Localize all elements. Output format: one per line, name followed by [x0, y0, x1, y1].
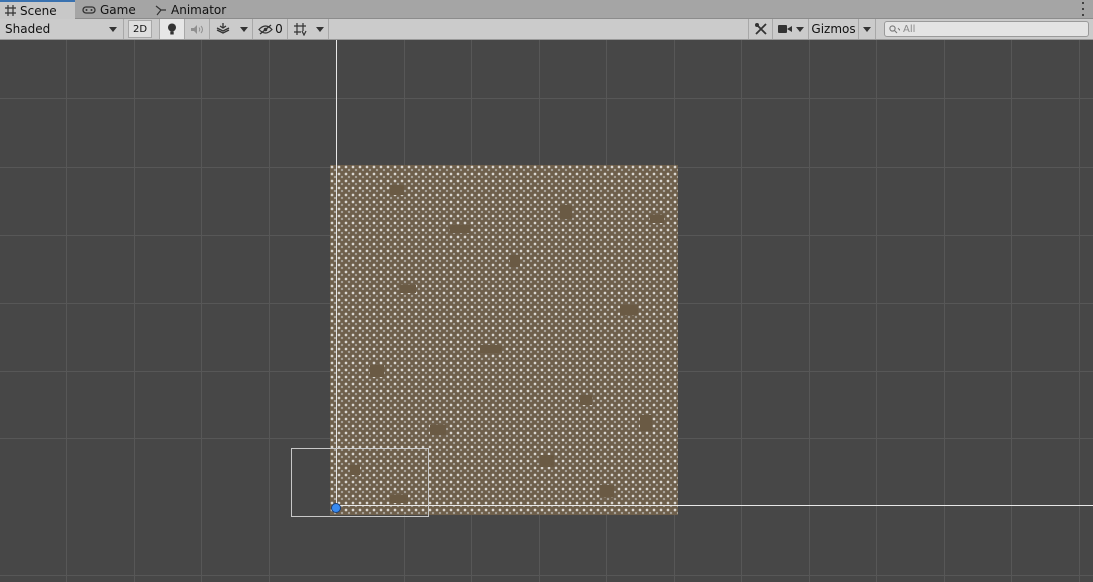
lightbulb-icon [168, 23, 176, 34]
search-input[interactable] [903, 23, 1083, 35]
gizmos-dropdown[interactable] [859, 19, 876, 39]
dirt-tile [650, 215, 664, 223]
dirt-tile [390, 185, 404, 195]
speaker-icon [191, 24, 203, 34]
dirt-tile [640, 415, 652, 431]
dirt-tile [620, 305, 638, 315]
scene-visibility-toggle[interactable]: 0 [254, 19, 288, 39]
camera-settings-dropdown[interactable] [773, 19, 809, 39]
grid-line [0, 98, 1093, 99]
dirt-tile [510, 255, 520, 267]
animator-branch-icon [155, 5, 166, 15]
tab-animator[interactable]: Animator [155, 0, 226, 19]
chevron-down-icon [316, 26, 324, 32]
gamepad-icon [82, 5, 96, 14]
chevron-down-icon [795, 26, 804, 32]
selected-pivot-handle[interactable] [331, 503, 341, 513]
chevron-down-icon [239, 26, 248, 32]
grid-line [876, 40, 877, 582]
grid-line [1011, 40, 1012, 582]
world-y-axis [336, 40, 337, 508]
audio-toggle-button[interactable] [185, 19, 210, 39]
dirt-tile [600, 485, 614, 497]
tools-crossed-icon [754, 23, 767, 35]
world-x-axis [336, 505, 1093, 506]
video-camera-icon [777, 25, 792, 33]
chevron-down-icon [863, 26, 871, 32]
editor-tab-bar: Scene Game Animator [0, 0, 1093, 19]
toggle-2d-button[interactable]: 2D [128, 20, 152, 38]
grid-line [0, 575, 1093, 576]
scene-viewport[interactable] [0, 40, 1093, 582]
search-icon [889, 24, 900, 33]
window-menu-kebab-icon[interactable] [1079, 2, 1087, 16]
grid-line [809, 40, 810, 582]
dirt-tile [430, 425, 446, 435]
grid-line [741, 40, 742, 582]
hidden-objects-count: 0 [275, 22, 283, 36]
tab-game-label: Game [100, 2, 136, 17]
gizmos-button[interactable]: Gizmos [809, 19, 859, 39]
unity-scene-window: Scene Game Animator Shaded 2D 0 Gizmos A… [0, 0, 1093, 582]
grid-line [269, 40, 270, 582]
chevron-down-icon [109, 26, 117, 32]
grid-line [201, 40, 202, 582]
dirt-tile [370, 365, 384, 377]
grid-line [134, 40, 135, 582]
camera-bounds-frame [291, 448, 429, 517]
dirt-tile [480, 345, 502, 353]
dirt-tile [400, 285, 416, 293]
grid-line [1079, 40, 1080, 582]
scene-tools-button[interactable] [748, 19, 773, 39]
tab-animator-label: Animator [171, 2, 227, 17]
dirt-tile [580, 395, 592, 405]
dirt-tile [560, 205, 572, 219]
effects-dropdown[interactable] [235, 19, 253, 39]
effects-toggle-button[interactable] [210, 19, 235, 39]
grid-toggle-button[interactable] [288, 19, 312, 39]
dirt-tile [540, 455, 554, 467]
tab-scene-label: Scene [20, 3, 57, 18]
tab-game[interactable]: Game [82, 0, 136, 19]
grid-line [66, 40, 67, 582]
scene-toolbar: Shaded 2D 0 Gizmos All [0, 19, 1093, 40]
layers-effects-icon [216, 23, 229, 34]
lighting-toggle-button[interactable] [159, 19, 185, 39]
dirt-tile [450, 225, 470, 233]
tab-scene[interactable]: Scene [0, 0, 75, 19]
grid-line [944, 40, 945, 582]
grid-snap-icon [294, 23, 307, 36]
draw-mode-dropdown[interactable]: Shaded [0, 19, 124, 39]
grid-dropdown[interactable] [312, 19, 329, 39]
draw-mode-value: Shaded [5, 22, 51, 36]
eye-slash-icon [258, 23, 273, 35]
hierarchy-search-box[interactable] [884, 21, 1089, 37]
grid-hash-icon [5, 5, 16, 16]
